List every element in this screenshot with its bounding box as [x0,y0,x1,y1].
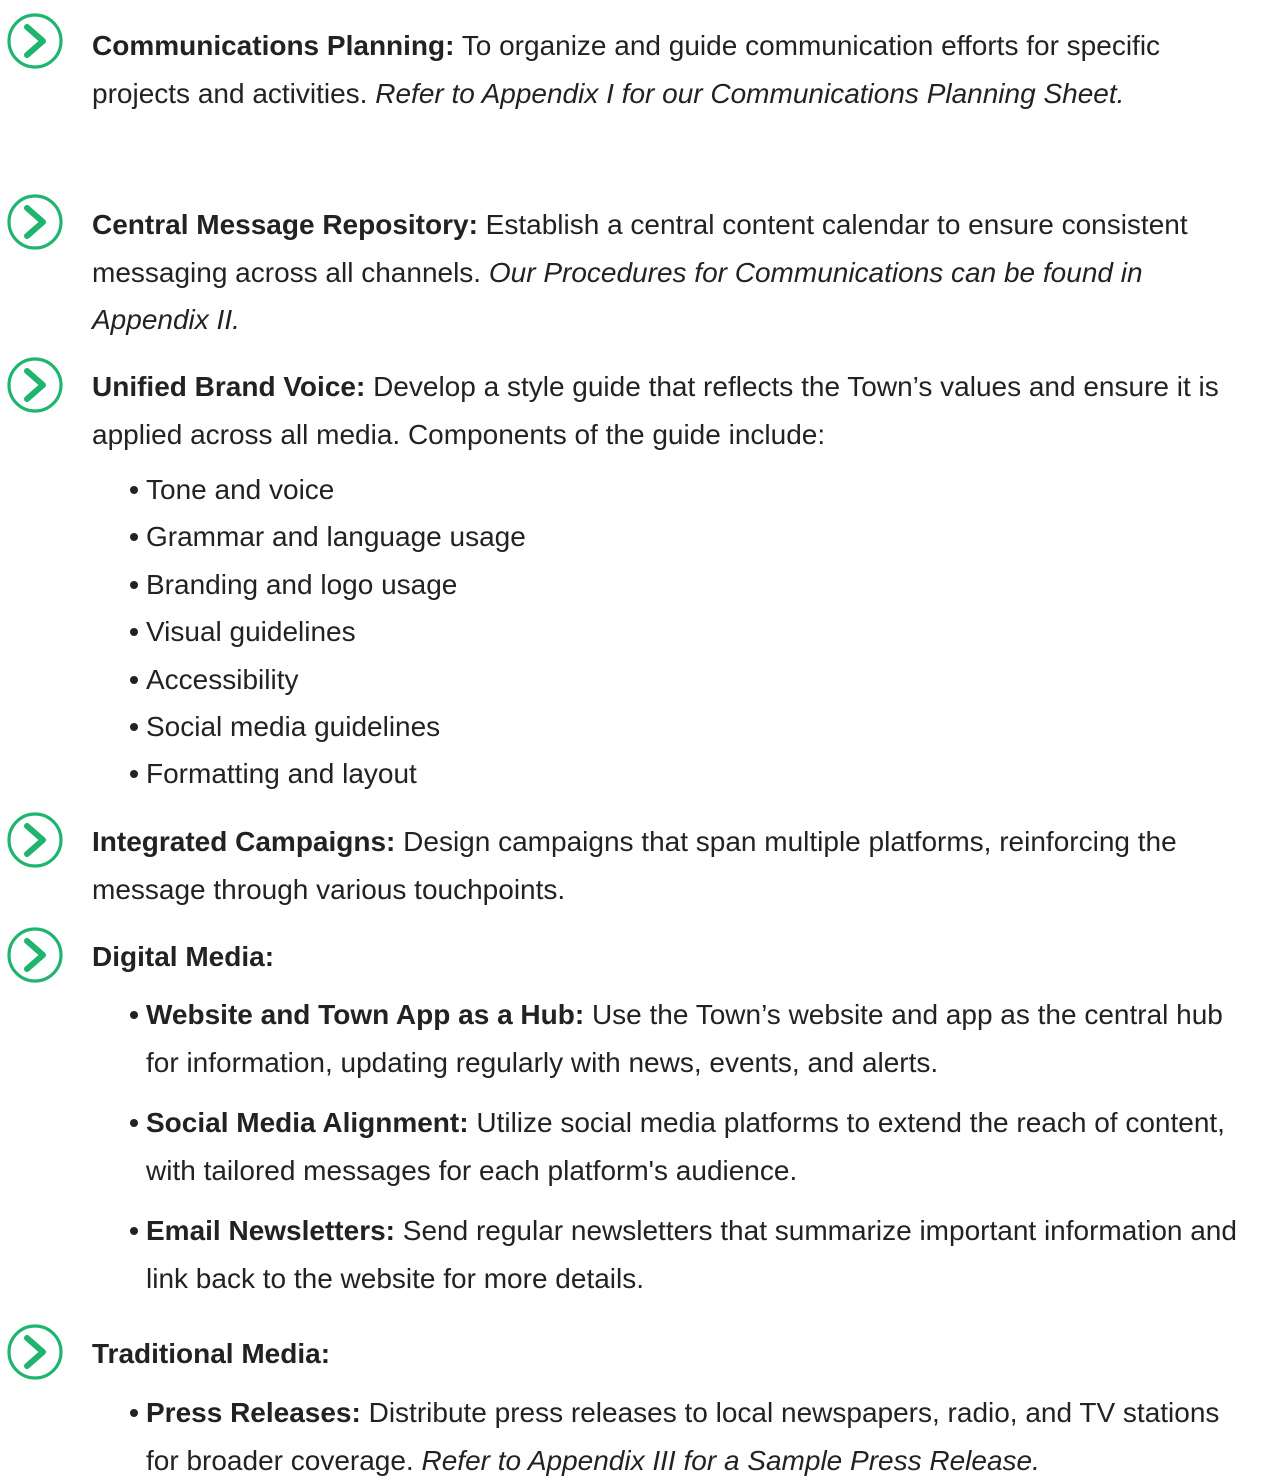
item-heading: Communications Planning: [92,30,455,61]
item-heading: Integrated Campaigns: [92,826,396,857]
digital-media-list: Website and Town App as a Hub: Use the T… [130,991,1251,1302]
list-item: Social media guidelines [130,703,1251,750]
subitem-heading: Press Releases: [146,1397,361,1428]
chevron-circle-right-icon [6,12,64,70]
traditional-media-list: Press Releases: Distribute press release… [130,1389,1251,1484]
chevron-circle-right-icon [6,811,64,869]
list-item: Press Releases: Distribute press release… [130,1389,1251,1484]
item-paragraph: Communications Planning: To organize and… [92,22,1257,117]
list-item: Grammar and language usage [130,513,1251,560]
chevron-circle-right-icon [6,193,64,251]
list-item: Social Media Alignment: Utilize social m… [130,1099,1251,1194]
item-paragraph: Traditional Media: [92,1330,1257,1378]
item-paragraph: Unified Brand Voice: Develop a style gui… [92,363,1257,458]
list-item: Accessibility [130,656,1251,703]
subitem-heading: Email Newsletters: [146,1215,395,1246]
item-heading: Traditional Media: [92,1338,331,1369]
subitem-heading: Social Media Alignment: [146,1107,469,1138]
item-paragraph: Integrated Campaigns: Design campaigns t… [92,818,1257,913]
list-item: Tone and voice [130,466,1251,513]
item-heading: Unified Brand Voice: [92,371,366,402]
list-item: Formatting and layout [130,750,1251,797]
chevron-circle-right-icon [6,926,64,984]
list-item: Branding and logo usage [130,561,1251,608]
item-note: Refer to Appendix I for our Communicatio… [375,77,1125,109]
item-paragraph: Central Message Repository: Establish a … [92,201,1257,344]
style-guide-components-list: Tone and voice Grammar and language usag… [130,466,1251,798]
item-paragraph: Digital Media: [92,933,1257,981]
subitem-note: Refer to Appendix III for a Sample Press… [421,1444,1040,1476]
list-item: Website and Town App as a Hub: Use the T… [130,991,1251,1086]
chevron-circle-right-icon [6,1323,64,1381]
chevron-circle-right-icon [6,356,64,414]
item-heading: Digital Media: [92,941,275,972]
list-item: Email Newsletters: Send regular newslett… [130,1207,1251,1302]
list-item: Visual guidelines [130,608,1251,655]
subitem-heading: Website and Town App as a Hub: [146,999,585,1030]
item-heading: Central Message Repository: [92,209,478,240]
